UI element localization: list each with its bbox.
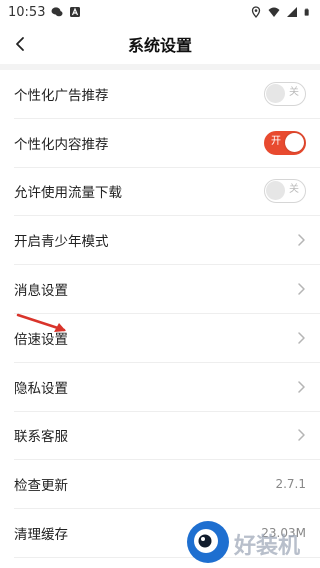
annotation-arrow-icon [16,313,66,332]
chevron-right-icon [298,332,305,344]
row-label: 允许使用流量下载 [14,185,122,202]
cellular-download-toggle[interactable]: 关 [264,179,306,204]
status-bar: 10:53 [0,0,320,24]
toggle-knob [266,181,285,201]
settings-row-teen-mode[interactable]: 开启青少年模式 [14,216,320,266]
watermark: 好装机 [182,514,320,568]
watermark-text: 好装机 [234,534,301,559]
settings-row-privacy[interactable]: 隐私设置 [14,363,320,412]
status-right [250,6,312,18]
notification-a-icon [70,7,81,17]
status-time: 10:53 [8,4,46,20]
nav-bar: 系统设置 [0,24,320,64]
settings-row-check-update[interactable]: 检查更新 2.7.1 [14,460,320,510]
settings-row-message[interactable]: 消息设置 [14,265,320,314]
row-label: 个性化内容推荐 [14,136,109,153]
settings-row-personalized-content[interactable]: 个性化内容推荐 开 [14,119,320,168]
toggle-text: 关 [289,184,299,196]
signal-icon [287,7,297,17]
toggle-knob [285,132,304,152]
row-label: 清理缓存 [14,527,68,544]
toggle-text: 关 [289,86,299,98]
row-label: 隐私设置 [14,380,68,397]
status-left: 10:53 [8,5,81,20]
row-label: 个性化广告推荐 [14,87,109,104]
row-label: 联系客服 [14,429,68,446]
settings-row-personalized-ads[interactable]: 个性化广告推荐 关 [14,70,320,119]
settings-row-customer-service[interactable]: 联系客服 [14,412,320,461]
personalized-content-toggle[interactable]: 开 [264,130,306,155]
wechat-icon [51,7,63,17]
row-label: 检查更新 [14,478,68,495]
back-button[interactable] [6,30,34,58]
chevron-right-icon [298,234,305,247]
chevron-right-icon [298,380,305,393]
toggle-knob [266,83,285,103]
toggle-text: 开 [271,135,281,147]
chevron-right-icon [298,283,305,295]
personalized-ads-toggle[interactable]: 关 [264,81,306,106]
settings-row-cellular-download[interactable]: 允许使用流量下载 关 [14,168,320,217]
chevron-right-icon [298,429,305,442]
row-label: 消息设置 [14,283,68,300]
location-icon [251,6,261,18]
battery-icon [304,8,309,16]
wifi-icon [268,7,280,17]
row-label: 开启青少年模式 [14,234,109,251]
chevron-left-icon [16,37,24,51]
version-value: 2.7.1 [275,477,306,492]
watermark-logo-icon [187,521,229,563]
page-title: 系统设置 [127,36,192,55]
